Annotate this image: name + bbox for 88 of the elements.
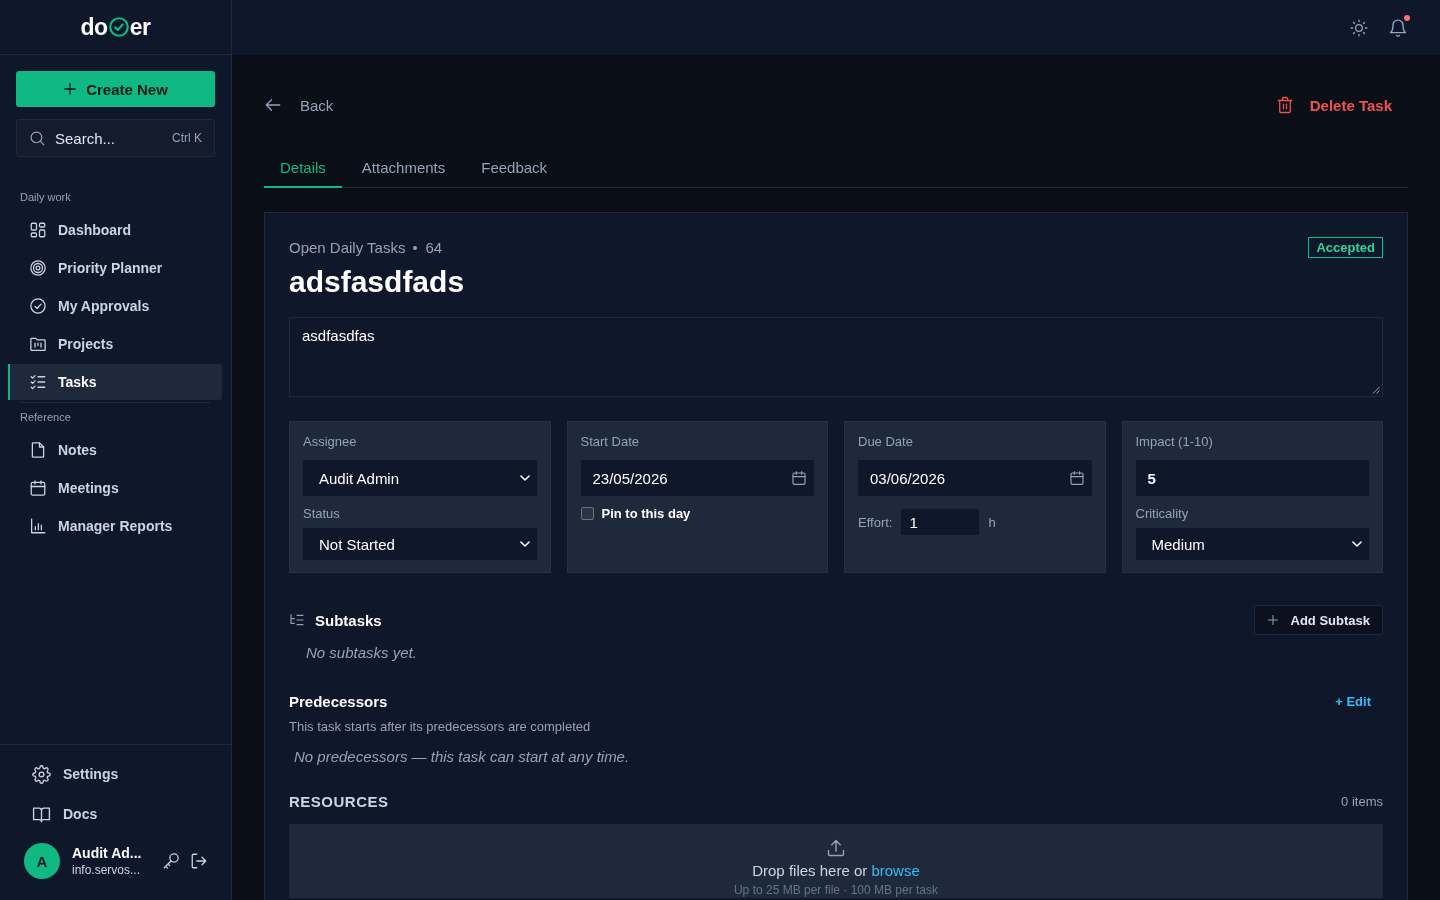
browse-link[interactable]: browse — [871, 862, 920, 879]
edit-link[interactable]: + Edit — [1335, 693, 1371, 709]
list-name: Open Daily Tasks — [289, 239, 406, 256]
user-name: Audit Ad... — [72, 844, 143, 862]
field-label: Assignee — [303, 434, 358, 450]
field-label: Effort: — [858, 514, 893, 530]
arrow-left-icon — [264, 96, 282, 114]
plus-icon — [63, 82, 78, 96]
logo-text: do — [80, 14, 108, 40]
folder-icon — [29, 335, 47, 353]
date-field[interactable]: 03/06/2026 — [858, 460, 1092, 496]
field-label: Impact (1-10) — [1135, 434, 1214, 450]
checkbox-label: Pin to this day — [601, 505, 691, 521]
nav-item[interactable]: Projects — [8, 326, 222, 362]
task-title: adsfasdfads — [289, 264, 466, 300]
tab[interactable]: Feedback — [465, 149, 564, 188]
separator-dot-icon — [413, 245, 418, 250]
select-field[interactable]: Medium — [1135, 528, 1369, 560]
upload-limit-hint: Up to 25 MB per file · 100 MB per task — [733, 883, 939, 897]
checklist-icon — [29, 373, 47, 391]
description-field[interactable]: asdfasdfas — [289, 317, 1383, 397]
search-field[interactable]: Search... Ctrl K — [16, 119, 215, 157]
tab[interactable]: Attachments — [345, 149, 462, 188]
number-field[interactable]: 5 — [1135, 460, 1369, 496]
resize-grip-icon — [1372, 386, 1380, 394]
tab[interactable]: Details — [264, 149, 342, 188]
calendar-icon — [791, 470, 807, 486]
grid-icon — [29, 221, 47, 239]
search-icon — [29, 129, 46, 147]
checkbox[interactable] — [580, 506, 594, 520]
nav-item[interactable]: Settings — [8, 756, 223, 792]
avatar: A — [24, 843, 60, 879]
nav-item[interactable]: Meetings — [8, 470, 222, 506]
logout-button[interactable] — [190, 852, 208, 870]
plus-icon — [1266, 614, 1279, 626]
empty-state-text: No predecessors — this task can start at any time. — [293, 747, 631, 767]
section-title: Reference — [19, 410, 72, 424]
user-email: info.servos... — [72, 862, 142, 878]
field-label: Status — [303, 506, 341, 522]
unit-label: h — [988, 514, 996, 530]
nav-item[interactable]: Docs — [8, 796, 223, 832]
file-icon — [29, 441, 47, 459]
section-heading: Subtasks — [315, 611, 382, 629]
gear-icon — [32, 764, 51, 784]
delete-task-button[interactable]: Delete Task — [1267, 87, 1408, 123]
section-heading: Predecessors — [289, 692, 388, 710]
logo-text: er — [129, 14, 151, 40]
check-circle-icon — [108, 17, 129, 37]
number-field[interactable]: 1 — [901, 509, 980, 535]
field-label: Start Date — [580, 434, 641, 450]
nav-item[interactable]: Priority Planner — [8, 250, 222, 286]
section-description: This task starts after its predecessors are completed — [289, 718, 592, 736]
bell-icon — [1388, 17, 1408, 38]
nav-item[interactable]: My Approvals — [8, 288, 222, 324]
date-field[interactable]: 23/05/2026 — [580, 460, 814, 496]
bar-chart-icon — [29, 517, 47, 535]
back-button[interactable]: Back — [264, 87, 334, 123]
target-icon — [29, 259, 47, 277]
subtasks-icon — [289, 612, 305, 628]
check-circle-icon — [29, 297, 47, 315]
upload-icon — [826, 838, 846, 858]
logout-icon — [190, 852, 208, 870]
section-title: Daily work — [19, 190, 72, 204]
add-subtask-button[interactable]: Add Subtask — [1253, 605, 1383, 635]
nav-item[interactable]: Manager Reports — [8, 508, 222, 544]
calendar-icon — [29, 479, 47, 497]
nav-item[interactable]: Notes — [8, 432, 222, 468]
create-new-button[interactable]: Create New — [16, 71, 215, 107]
key-button[interactable] — [162, 852, 180, 870]
drop-instructions: Drop files here or browse — [752, 861, 920, 881]
field-label: Criticality — [1135, 506, 1190, 522]
select-field[interactable]: Audit Admin — [303, 460, 537, 496]
trash-icon — [1275, 96, 1294, 114]
shortcut-hint: Ctrl K — [172, 131, 202, 145]
item-count: 0 items — [1341, 793, 1383, 809]
section-heading: RESOURCES — [289, 792, 389, 810]
calendar-icon — [1068, 470, 1085, 486]
select-field[interactable]: Not Started — [303, 528, 537, 560]
nav-item[interactable]: Dashboard — [8, 212, 222, 248]
task-number: 64 — [425, 239, 443, 256]
empty-state-text: No subtasks yet. — [305, 643, 418, 663]
sun-icon — [1350, 18, 1368, 37]
nav-item[interactable]: Tasks — [8, 364, 222, 400]
status-badge: Accepted — [1308, 237, 1383, 258]
field-label: Due Date — [858, 434, 914, 450]
file-drop-zone[interactable]: Drop files here or browse Up to 25 MB per file · 100 MB per task — [289, 824, 1383, 898]
key-icon — [162, 852, 180, 870]
open-book-icon — [32, 804, 51, 824]
